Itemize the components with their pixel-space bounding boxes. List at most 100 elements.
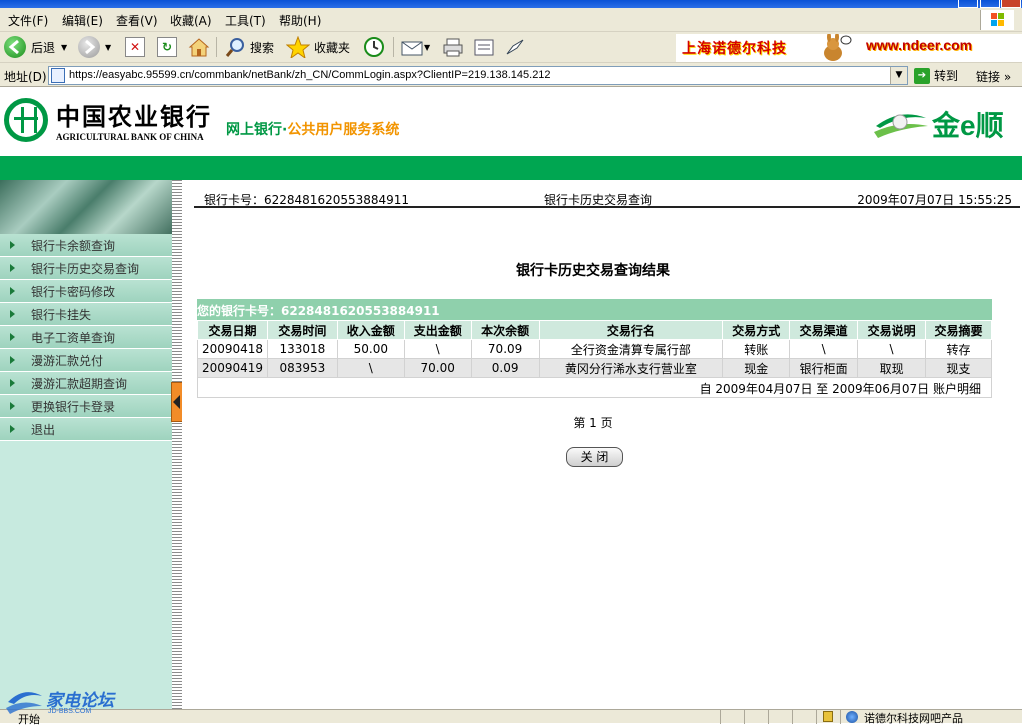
favorites-label: 收藏夹: [314, 40, 351, 55]
jinesun-brand-logo: 金e顺: [870, 102, 1018, 144]
col-header: 交易说明: [857, 320, 927, 340]
home-icon: [188, 38, 210, 57]
stop-button[interactable]: ✕: [125, 35, 145, 59]
search-button[interactable]: 搜索: [224, 35, 274, 59]
ad-url: www.ndeer.com: [866, 37, 973, 53]
ad-banner[interactable]: 上海诺德尔科技 www.ndeer.com: [676, 34, 1022, 62]
page-icon: [51, 68, 65, 83]
sidebar-item-label: 银行卡密码修改: [31, 284, 116, 299]
mail-dropdown-icon[interactable]: ▼: [424, 43, 430, 52]
sidebar-item-switch-card[interactable]: 更换银行卡登录: [0, 395, 172, 418]
sidebar-item-label: 银行卡余额查询: [31, 238, 116, 253]
menu-edit[interactable]: 编辑(E): [59, 11, 106, 30]
sidebar-item-history-query[interactable]: 银行卡历史交易查询: [0, 257, 172, 280]
table-header-row: 交易日期 交易时间 收入金额 支出金额 本次余额 交易行名 交易方式 交易渠道 …: [197, 320, 992, 340]
edit-button[interactable]: [472, 35, 496, 59]
go-label: 转到: [934, 69, 959, 83]
brand-text: 金e顺: [932, 110, 1004, 141]
sidebar-banner-image: [0, 180, 172, 234]
menu-file[interactable]: 文件(F): [5, 11, 51, 30]
search-label: 搜索: [250, 40, 275, 55]
table-cell: 083953: [266, 358, 338, 378]
col-header: 交易渠道: [789, 320, 859, 340]
sidebar-item-label: 漫游汇款兑付: [31, 353, 104, 368]
table-cell: 转存: [925, 339, 992, 359]
maximize-button[interactable]: [980, 0, 1000, 8]
result-title: 银行卡历史交易查询结果: [516, 263, 670, 279]
minimize-button[interactable]: [958, 0, 978, 8]
arrow-right-icon: [10, 333, 15, 341]
sidebar-item-label: 更换银行卡登录: [31, 399, 116, 414]
lock-icon: [823, 711, 833, 722]
refresh-icon: ↻: [157, 37, 177, 57]
sidebar-item-label: 电子工资单查询: [31, 330, 116, 345]
sidebar-item-password-change[interactable]: 银行卡密码修改: [0, 280, 172, 303]
mail-button[interactable]: ▼: [400, 35, 430, 59]
sidebar-item-balance-query[interactable]: 银行卡余额查询: [0, 234, 172, 257]
ad-company-name: 上海诺德尔科技: [682, 41, 787, 57]
menu-help[interactable]: 帮助(H): [276, 11, 324, 30]
rabbit-mascot-icon: [824, 34, 852, 61]
search-icon: [225, 38, 244, 57]
back-button[interactable]: 后退 ▼: [4, 35, 67, 59]
links-button[interactable]: 链接 »: [976, 68, 1011, 85]
sidebar-item-overdue-remittance[interactable]: 漫游汇款超期查询: [0, 372, 172, 395]
header-green-band: [0, 156, 1022, 180]
table-cell: 50.00: [336, 339, 405, 359]
back-dropdown-icon[interactable]: ▼: [61, 43, 67, 52]
sidebar-item-label: 银行卡历史交易查询: [31, 261, 140, 276]
home-button[interactable]: [187, 35, 211, 59]
address-input[interactable]: https://easyabc.95599.cn/commbank/netBan…: [48, 66, 908, 85]
col-header: 本次余额: [470, 320, 540, 340]
forward-button[interactable]: ▼: [78, 35, 111, 59]
menu-favorites[interactable]: 收藏(A): [167, 11, 215, 30]
windows-logo-icon: [980, 10, 1014, 30]
messenger-button[interactable]: [503, 35, 527, 59]
bank-header: 中国农业银行 AGRICULTURAL BANK OF CHINA 网上银行·公…: [0, 88, 1022, 156]
go-arrow-icon: ➔: [914, 67, 930, 84]
bank-name-cn: 中国农业银行: [56, 102, 212, 131]
sidebar-item-logout[interactable]: 退出: [0, 418, 172, 441]
sidebar-item-payslip-query[interactable]: 电子工资单查询: [0, 326, 172, 349]
subtitle-system: 公共用户服务系统: [287, 122, 400, 138]
subtitle-netbank: 网上银行·: [226, 122, 288, 138]
table-cell: 现金: [722, 358, 791, 378]
arrow-right-icon: [10, 402, 15, 410]
close-window-button[interactable]: [1001, 0, 1021, 8]
history-button[interactable]: [362, 35, 386, 59]
forum-watermark-logo: 家电论坛 JD-BBS.COM: [4, 686, 134, 720]
forward-arrow-icon: [78, 36, 100, 58]
table-cell: 20090419: [197, 358, 268, 378]
favorites-button[interactable]: 收藏夹: [286, 35, 350, 59]
menu-tools[interactable]: 工具(T): [222, 11, 269, 30]
forum-swirl-icon: [6, 692, 42, 714]
links-label: 链接: [976, 70, 1001, 84]
arrow-right-icon: [10, 264, 15, 272]
star-icon: [286, 36, 310, 58]
table-cell: 70.00: [403, 358, 472, 378]
card-number-label: 银行卡号：6228481620553884911: [204, 193, 410, 207]
stop-icon: ✕: [125, 37, 145, 57]
forward-dropdown-icon[interactable]: ▼: [105, 43, 111, 52]
history-icon: [364, 37, 384, 57]
print-button[interactable]: [441, 35, 465, 59]
sidebar: 银行卡余额查询 银行卡历史交易查询 银行卡密码修改 银行卡挂失 电子工资单查询 …: [0, 180, 172, 723]
bank-name-en: AGRICULTURAL BANK OF CHINA: [56, 132, 204, 142]
address-dropdown-icon[interactable]: ▼: [890, 67, 907, 84]
close-button[interactable]: 关 闭: [566, 447, 623, 467]
table-cell: 银行柜面: [789, 358, 859, 378]
sidebar-item-report-loss[interactable]: 银行卡挂失: [0, 303, 172, 326]
go-button[interactable]: ➔ 转到: [914, 66, 958, 85]
sidebar-item-remittance-payout[interactable]: 漫游汇款兑付: [0, 349, 172, 372]
sidebar-divider[interactable]: [172, 180, 182, 710]
printer-icon: [443, 38, 463, 57]
window-titlebar: [0, 0, 1022, 8]
statement-period: 自 2009年04月07日 至 2009年06月07日 账户明细: [197, 378, 992, 398]
messenger-icon: [506, 39, 524, 55]
table-cell: \: [857, 339, 927, 359]
menu-bar: 文件(F) 编辑(E) 查看(V) 收藏(A) 工具(T) 帮助(H): [0, 8, 1022, 32]
sidebar-menu: 银行卡余额查询 银行卡历史交易查询 银行卡密码修改 银行卡挂失 电子工资单查询 …: [0, 234, 172, 441]
refresh-button[interactable]: ↻: [157, 35, 177, 59]
document-icon: [474, 39, 494, 56]
menu-view[interactable]: 查看(V): [113, 11, 161, 30]
